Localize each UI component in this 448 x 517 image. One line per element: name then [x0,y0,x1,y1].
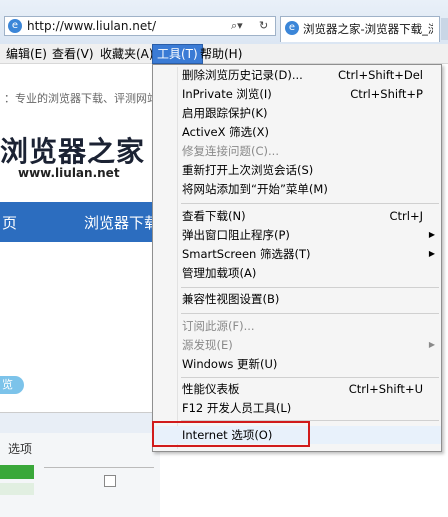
menu-item-label: 源发现(E) [182,338,233,352]
menu-separator [181,287,439,288]
menu-item-label: 将网站添加到“开始”菜单(M) [182,182,328,196]
menu-item-label: SmartScreen 筛选器(T) [182,247,311,261]
menu-item-label: 删除浏览历史记录(D)... [182,68,303,82]
site-logo-url: www.liulan.net [18,166,120,180]
menu-item-tracking-protection[interactable]: 启用跟踪保护(K) [153,104,441,122]
menu-item-shortcut: Ctrl+Shift+P [350,87,423,101]
submenu-arrow-icon: ▶ [428,340,435,349]
menu-item-activex[interactable]: ActiveX 筛选(X) [153,123,441,141]
menu-item-performance-dashboard[interactable]: 性能仪表板 Ctrl+Shift+U [153,380,441,398]
screenshot-light-tab [0,483,34,495]
menu-item-shortcut: Ctrl+Shift+Del [338,68,423,82]
submenu-arrow-icon: ▶ [428,249,435,258]
address-bar[interactable]: e http://www.liulan.net/ ⌕▾ ↻ [4,16,276,36]
site-slogan: ：专业的浏览器下载、评测网站 [4,92,158,105]
highlight-box [152,421,310,447]
refresh-icon[interactable]: ↻ [259,18,268,34]
menu-item-label: 兼容性视图设置(B) [182,292,280,306]
submenu-arrow-icon: ▶ [428,230,435,239]
menu-favorites[interactable]: 收藏夹(A) [96,44,158,64]
menu-item-delete-history[interactable]: 删除浏览历史记录(D)... Ctrl+Shift+Del [153,66,441,84]
menu-item-label: Windows 更新(U) [182,357,278,371]
menu-bar: 编辑(E) 查看(V) 收藏夹(A) 工具(T) 帮助(H) [0,44,448,64]
menu-item-add-to-start[interactable]: 将网站添加到“开始”菜单(M) [153,180,441,198]
screenshot-green-tab [0,465,34,479]
menu-item-subscribe-feed[interactable]: 订阅此源(F)... [153,317,441,335]
menu-item-feed-discovery[interactable]: 源发现(E) ▶ [153,336,441,354]
ie-icon: e [8,19,22,33]
screenshot-checkbox [104,475,116,487]
article-screenshot: 选项 [0,412,160,517]
browser-tab[interactable]: e 浏览器之家-浏览器下载_浏… [280,16,440,42]
site-logo-text[interactable]: 浏览器之家 [0,130,145,170]
menu-item-f12-devtools[interactable]: F12 开发人员工具(L) [153,399,441,417]
menu-item-label: 启用跟踪保护(K) [182,106,268,120]
menu-item-popup-blocker[interactable]: 弹出窗口阻止程序(P) ▶ [153,226,441,244]
search-icon[interactable]: ⌕▾ [231,18,243,34]
url-text[interactable]: http://www.liulan.net/ [27,18,156,34]
menu-item-label: 订阅此源(F)... [182,319,255,333]
menu-help[interactable]: 帮助(H) [196,44,246,64]
menu-item-label: 修复连接问题(C)... [182,144,279,158]
menu-item-label: ActiveX 筛选(X) [182,125,269,139]
menu-edit[interactable]: 编辑(E) [2,44,51,64]
menu-item-label: 弹出窗口阻止程序(P) [182,228,290,242]
menu-separator [181,377,439,378]
menu-item-windows-update[interactable]: Windows 更新(U) [153,355,441,373]
menu-item-compat-view[interactable]: 兼容性视图设置(B) [153,290,441,308]
menu-item-reopen-session[interactable]: 重新打开上次浏览会话(S) [153,161,441,179]
menu-item-label: 性能仪表板 [182,382,240,396]
tab-title: 浏览器之家-浏览器下载_浏… [303,22,433,36]
menu-item-smartscreen[interactable]: SmartScreen 筛选器(T) ▶ [153,245,441,263]
menu-item-shortcut: Ctrl+J [389,209,424,223]
tools-dropdown-menu: 删除浏览历史记录(D)... Ctrl+Shift+Del InPrivate … [152,64,442,452]
menu-separator [181,313,439,314]
menu-item-label: InPrivate 浏览(I) [182,87,272,101]
page-badge: 览 [0,376,24,394]
menu-item-label: 管理加载项(A) [182,266,257,280]
menu-item-label: 重新打开上次浏览会话(S) [182,163,314,177]
new-tab-button[interactable] [441,18,448,40]
title-bar: e http://www.liulan.net/ ⌕▾ ↻ e 浏览器之家-浏览… [0,0,448,44]
menu-item-fix-connection[interactable]: 修复连接问题(C)... [153,142,441,160]
menu-separator [181,203,439,204]
menu-item-label: F12 开发人员工具(L) [182,401,292,415]
menu-item-shortcut: Ctrl+Shift+U [348,382,423,396]
nav-download-link[interactable]: 浏览器下载 [84,212,159,233]
ie-tab-icon: e [285,21,299,35]
nav-home-link[interactable]: 页 [2,212,17,233]
menu-item-view-downloads[interactable]: 查看下载(N) Ctrl+J [153,207,441,225]
screenshot-title: 选项 [8,442,33,456]
menu-item-manage-addons[interactable]: 管理加载项(A) [153,264,441,282]
screenshot-line [44,467,154,468]
screenshot-toolbar [0,413,160,433]
menu-item-inprivate[interactable]: InPrivate 浏览(I) Ctrl+Shift+P [153,85,441,103]
menu-item-label: 查看下载(N) [182,209,246,223]
menu-view[interactable]: 查看(V) [48,44,98,64]
